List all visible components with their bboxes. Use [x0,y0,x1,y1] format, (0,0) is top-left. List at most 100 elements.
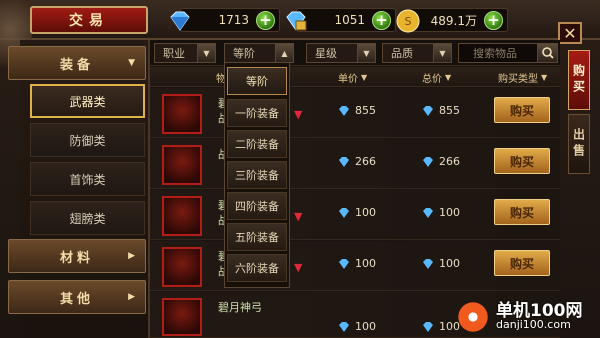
downgrade-arrow-icon: ▼ [294,261,303,274]
svg-text:S: S [405,15,412,28]
diamond-icon [339,156,349,167]
unit-price-value: 100 [355,320,376,333]
diamond-icon [339,207,349,218]
total-price-value: 100 [439,206,460,219]
category-label: 其他 [59,291,94,307]
category-equipment[interactable]: 装备 ▼ [8,46,146,80]
total-price: 100 [422,320,460,333]
window-title: 交易 [30,6,148,34]
diamond-icon [339,258,349,269]
close-button[interactable]: ✕ [558,22,582,44]
column-total-price[interactable]: 总价 ▼ [422,70,451,85]
sidebar-item-armor[interactable]: 防御类 [30,123,145,157]
weapon-item-icon[interactable] [162,196,202,236]
unit-price: 266 [338,155,376,168]
search-icon [542,47,554,59]
dropdown-option[interactable]: 一阶装备 [227,99,287,127]
dropdown-option[interactable]: 二阶装备 [227,130,287,158]
chevron-down-icon: ▼ [128,58,135,68]
buy-button[interactable]: 购买 [494,199,550,225]
locked-diamond-icon [286,11,307,31]
sidebar-item-wings[interactable]: 翅膀类 [30,201,145,235]
column-unit-price-label: 单价 [338,74,358,85]
tab-buy[interactable]: 购买 [568,50,590,110]
dropdown-option[interactable]: 四阶装备 [227,192,287,220]
dropdown-option[interactable]: 五阶装备 [227,223,287,251]
table-header: 物 单价 ▼ 总价 ▼ 购买类型 ▼ [150,67,560,87]
gold-coin-icon: S [396,9,420,33]
weapon-item-icon[interactable] [162,298,202,336]
watermark-logo-icon [456,300,490,334]
buy-button[interactable]: 购买 [494,250,550,276]
table-row[interactable]: 战 266 266 购买 [150,139,560,189]
item-name-line: 碧月神弓 [218,301,262,314]
table-row[interactable]: 碧 战 ▼ 100 100 购买 [150,190,560,240]
unit-price: 100 [338,257,376,270]
dropdown-option[interactable]: 三阶装备 [227,161,287,189]
diamond-icon [423,321,433,332]
diamond-icon [339,105,349,116]
unit-price-value: 100 [355,257,376,270]
total-price-value: 266 [439,155,460,168]
tab-sell[interactable]: 出售 [568,114,590,174]
category-materials[interactable]: 材料 ▶ [8,239,146,273]
add-gold-button[interactable]: + [484,11,503,30]
total-price: 100 [422,257,460,270]
buy-button[interactable]: 购买 [494,97,550,123]
unit-price-value: 266 [355,155,376,168]
weapon-item-icon[interactable] [162,247,202,287]
category-label: 材料 [59,250,94,266]
dropdown-option[interactable]: 六阶装备 [227,254,287,282]
sort-icon: ▼ [541,73,548,82]
add-diamond-button[interactable]: + [256,11,275,30]
search-button[interactable] [537,44,557,62]
profession-filter[interactable]: 职业 ▼ [154,43,216,63]
diamond-icon [423,105,433,116]
column-buy-type-label: 购买类型 [498,74,538,85]
diamond-icon [423,258,433,269]
add-bound-diamond-button[interactable]: + [372,11,391,30]
column-unit-price[interactable]: 单价 ▼ [338,70,367,85]
chevron-down-icon: ▼ [197,44,215,62]
diamond-balance: 1713 + [170,8,280,32]
quality-filter[interactable]: 品质 ▼ [382,43,452,63]
column-buy-type[interactable]: 购买类型 ▼ [498,70,547,85]
item-name: 碧月神弓 [218,300,262,315]
weapon-item-icon[interactable] [162,94,202,134]
gold-balance: S 489.1万 + [396,8,508,33]
sidebar-item-weapons[interactable]: 武器类 [30,84,145,118]
total-price: 266 [422,155,460,168]
weapon-item-icon[interactable] [162,145,202,185]
unit-price-value: 855 [355,104,376,117]
filter-bar: 职业 ▼ 等阶 ▲ 星级 ▼ 品质 ▼ 搜索物品 [150,40,560,66]
diamond-icon [339,321,349,332]
sort-icon: ▼ [361,73,368,82]
tier-label: 等阶 [233,47,255,60]
watermark-url: danji100.com [496,318,571,331]
total-price-value: 100 [439,257,460,270]
sort-icon: ▼ [445,73,452,82]
chevron-right-icon: ▶ [128,292,135,302]
star-filter[interactable]: 星级 ▼ [306,43,376,63]
total-price: 100 [422,206,460,219]
chevron-right-icon: ▶ [128,251,135,261]
tier-dropdown-list: 等阶 一阶装备 二阶装备 三阶装备 四阶装备 五阶装备 六阶装备 [224,62,290,288]
bound-diamond-amount: 1051 [334,13,365,27]
buy-button[interactable]: 购买 [494,148,550,174]
chevron-down-icon: ▼ [433,44,451,62]
dropdown-header[interactable]: 等阶 [227,67,287,95]
unit-price: 100 [338,206,376,219]
site-watermark: 单机100网 danji100.com [456,294,600,338]
sidebar-item-jewelry[interactable]: 首饰类 [30,162,145,196]
table-row[interactable]: 碧 战 ▼ 855 855 购买 [150,88,560,138]
star-label: 星级 [315,47,337,60]
tier-filter[interactable]: 等阶 ▲ [224,43,294,63]
downgrade-arrow-icon: ▼ [294,210,303,223]
search-input[interactable]: 搜索物品 [458,43,558,63]
chevron-up-icon: ▲ [275,44,293,62]
category-other[interactable]: 其他 ▶ [8,280,146,314]
search-placeholder: 搜索物品 [473,47,517,60]
total-price: 855 [422,104,460,117]
total-price-value: 855 [439,104,460,117]
table-row[interactable]: 碧 战 ▼ 100 100 购买 [150,241,560,291]
